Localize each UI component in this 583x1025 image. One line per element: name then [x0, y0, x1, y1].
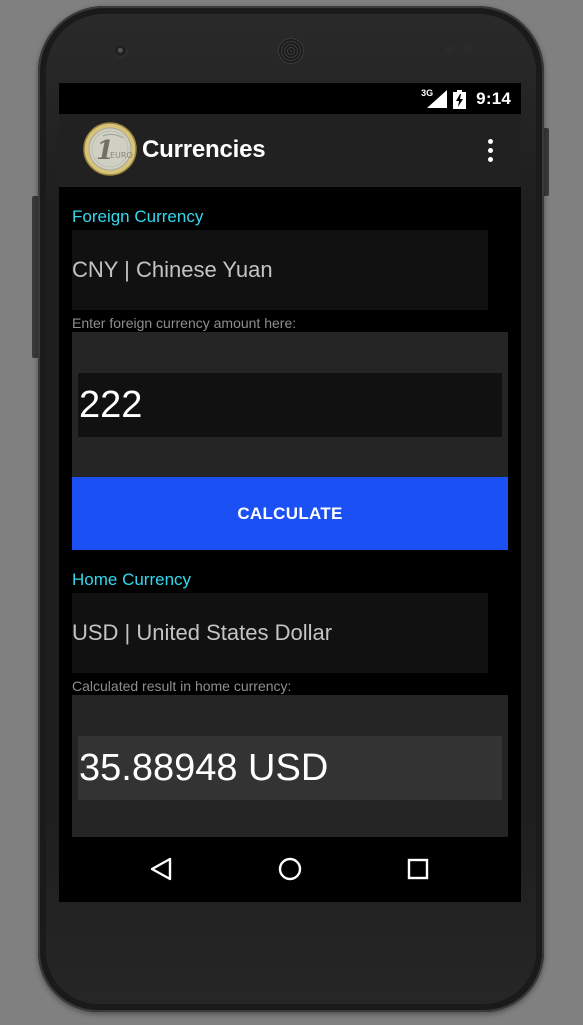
- foreign-currency-spinner[interactable]: CNY | Chinese Yuan: [72, 230, 488, 310]
- app-title: Currencies: [142, 136, 266, 163]
- result-output: 35.88948 USD: [78, 736, 502, 800]
- app-bar: 1 EURO Currencies: [59, 114, 521, 187]
- svg-text:EURO: EURO: [110, 151, 133, 160]
- result-container: 35.88948 USD: [72, 695, 508, 837]
- proximity-sensors: [445, 45, 475, 55]
- result-hint: Calculated result in home currency:: [72, 678, 292, 694]
- battery-icon: [453, 89, 467, 109]
- device-screen: 3G 9:14 1 EURO Currencies Foreign Curren…: [59, 83, 521, 902]
- home-currency-value: USD | United States Dollar: [72, 620, 333, 645]
- back-triangle-icon[interactable]: [144, 852, 178, 886]
- earpiece-speaker: [278, 38, 304, 64]
- foreign-amount-container: 222: [72, 332, 508, 477]
- foreign-amount-hint: Enter foreign currency amount here:: [72, 315, 297, 331]
- status-clock: 9:14: [476, 89, 511, 108]
- home-currency-label: Home Currency: [72, 570, 192, 589]
- overflow-menu-icon[interactable]: [479, 134, 501, 166]
- home-currency-spinner[interactable]: USD | United States Dollar: [72, 593, 488, 673]
- foreign-currency-value: CNY | Chinese Yuan: [72, 257, 273, 282]
- front-camera: [114, 44, 128, 58]
- converter-form: Foreign Currency CNY | Chinese Yuan Ente…: [59, 187, 521, 837]
- result-value: 35.88948 USD: [79, 746, 329, 789]
- navigation-bar: [59, 837, 521, 902]
- euro-coin-icon: 1 EURO: [83, 122, 137, 176]
- home-circle-icon[interactable]: [273, 852, 307, 886]
- foreign-currency-label: Foreign Currency: [72, 207, 204, 226]
- recents-square-icon[interactable]: [401, 852, 435, 886]
- network-type: 3G: [421, 88, 434, 98]
- status-icons: 3G 9:14: [421, 88, 511, 110]
- foreign-amount-value: 222: [79, 383, 143, 426]
- foreign-amount-input[interactable]: 222: [78, 373, 502, 437]
- calculate-button[interactable]: CALCULATE: [72, 477, 508, 550]
- status-bar: 3G 9:14: [59, 83, 521, 114]
